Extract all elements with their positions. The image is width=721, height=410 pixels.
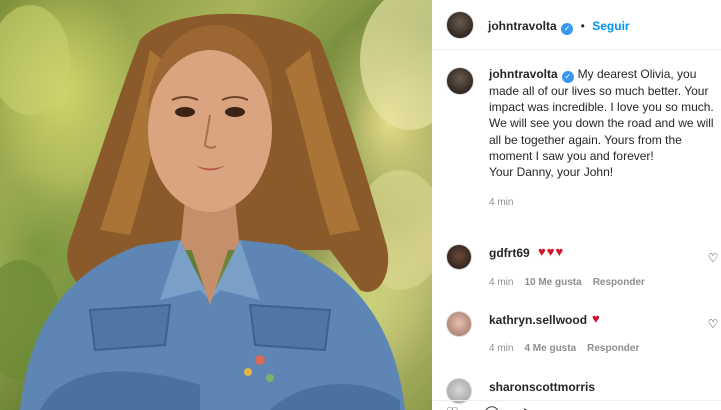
post-photo[interactable]: [0, 0, 432, 410]
reply-button[interactable]: Responder: [587, 343, 639, 354]
comment-bubble-icon[interactable]: ◯: [484, 405, 500, 410]
comment-meta: 4 min 4 Me gusta Responder: [489, 343, 650, 354]
post-header: johntravolta ✓ • Seguir: [432, 0, 721, 50]
verified-badge-icon: ✓: [561, 71, 574, 83]
caption-timestamp[interactable]: 4 min: [489, 195, 715, 211]
caption-username[interactable]: johntravolta: [489, 67, 558, 81]
portrait-illustration: [0, 0, 432, 410]
comment-hearts-emoji: ♥♥♥: [538, 244, 565, 259]
post-caption: johntravolta ✓ My dearest Olivia, you made…: [489, 66, 715, 211]
verified-badge-icon: ✓: [561, 23, 574, 35]
follow-button[interactable]: Seguir: [592, 19, 629, 33]
post-action-bar: ♡ ◯ ➤: [432, 400, 721, 410]
comment-username[interactable]: kathryn.sellwood: [489, 313, 587, 327]
heart-outline-icon[interactable]: ♡: [446, 405, 459, 410]
comment-likes-count[interactable]: 10 Me gusta: [524, 277, 581, 288]
comment-avatar[interactable]: [446, 244, 472, 270]
comment-timestamp[interactable]: 4 min: [489, 343, 513, 354]
caption-author-avatar[interactable]: [446, 67, 474, 95]
comment-timestamp[interactable]: 4 min: [489, 277, 513, 288]
paper-plane-icon[interactable]: ➤: [522, 405, 534, 410]
comment-likes-count[interactable]: 4 Me gusta: [524, 343, 576, 354]
caption-signoff: Your Danny, your John!: [489, 165, 614, 180]
post-sidebar: johntravolta ✓ • Seguir johntravolta ✓ My …: [432, 0, 721, 410]
heart-outline-icon[interactable]: ♡: [707, 252, 719, 264]
separator-dot: •: [580, 19, 585, 33]
comment-hearts-emoji: ♥: [592, 311, 601, 326]
reply-button[interactable]: Responder: [593, 277, 645, 288]
author-username[interactable]: johntravolta: [488, 19, 557, 33]
comment-avatar[interactable]: [446, 311, 472, 337]
comment-username[interactable]: sharonscottmorris: [489, 380, 595, 394]
caption-text: My dearest Olivia, you made all of our l…: [489, 67, 714, 163]
heart-outline-icon[interactable]: ♡: [707, 318, 719, 330]
author-avatar[interactable]: [446, 11, 474, 39]
comment-meta: 4 min 10 Me gusta Responder: [489, 277, 656, 288]
comment-username[interactable]: gdfrt69: [489, 246, 530, 260]
